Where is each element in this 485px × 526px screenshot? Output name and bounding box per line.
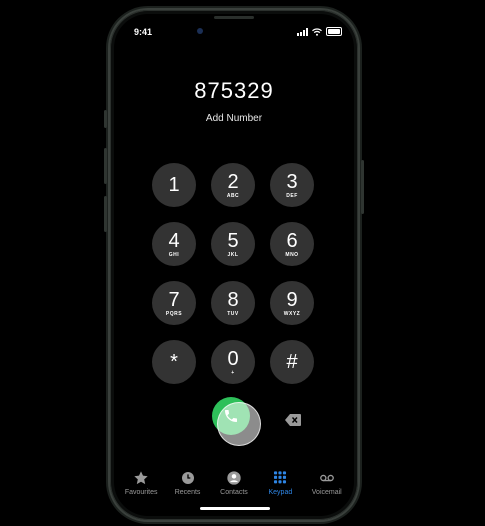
- key-digit: 7: [168, 288, 180, 311]
- tab-recents[interactable]: Recents: [165, 470, 211, 496]
- status-bar: 9:41: [114, 26, 354, 42]
- tab-label: Favourites: [124, 489, 158, 496]
- key-letters: ABC: [226, 192, 240, 199]
- status-time: 9:41: [134, 27, 153, 37]
- tab-label: Recents: [174, 489, 201, 496]
- keypad-icon: [274, 471, 287, 484]
- key-8[interactable]: 8 TUV: [211, 281, 255, 325]
- tab-contacts[interactable]: Contacts: [211, 470, 257, 496]
- key-7[interactable]: 7 PQRS: [152, 281, 196, 325]
- key-letters: GHI: [168, 251, 180, 258]
- key-digit: 0: [227, 347, 239, 370]
- key-letters: TUV: [227, 310, 239, 317]
- tab-keypad[interactable]: Keypad: [257, 470, 303, 496]
- touch-indicator: [217, 402, 261, 446]
- key-digit: 1: [168, 173, 180, 196]
- wifi-icon: [312, 27, 322, 36]
- key-1[interactable]: 1: [152, 163, 196, 207]
- backspace-icon: [285, 414, 301, 426]
- battery-icon: [326, 27, 342, 36]
- tab-label: Voicemail: [311, 489, 342, 496]
- key-hash[interactable]: #: [270, 340, 314, 384]
- key-digit: 8: [227, 288, 239, 311]
- dialed-number: 875329: [194, 78, 274, 103]
- tab-bar: Favourites Recents Contacts Keypad Voice…: [114, 470, 354, 496]
- key-digit: 4: [168, 229, 180, 252]
- speaker-grille: [214, 16, 254, 19]
- key-digit: 2: [227, 170, 239, 193]
- key-digit: 5: [227, 229, 239, 252]
- screen: 9:41 875329 Add Number 1 2 ABC 3 DEF 4 GHI: [114, 14, 354, 516]
- key-digit: 6: [286, 229, 298, 252]
- key-digit: #: [286, 350, 298, 373]
- tab-label: Keypad: [268, 489, 293, 496]
- power-button: [361, 160, 364, 214]
- backspace-button[interactable]: [285, 413, 301, 431]
- key-digit: *: [170, 350, 178, 373]
- phone-frame: 9:41 875329 Add Number 1 2 ABC 3 DEF 4 GHI: [104, 10, 364, 520]
- key-letters: DEF: [286, 192, 298, 199]
- clock-icon: [181, 472, 194, 484]
- mute-switch: [104, 110, 107, 128]
- key-letters: +: [231, 369, 235, 376]
- keypad: 1 2 ABC 3 DEF 4 GHI 5 JKL 6 MNO 7 PQRS 8 TUV 9W…: [152, 163, 318, 384]
- home-indicator: [200, 507, 270, 510]
- tab-label: Contacts: [220, 489, 248, 496]
- key-0[interactable]: 0 +: [211, 340, 255, 384]
- voicemail-icon: [319, 474, 334, 482]
- person-icon: [227, 471, 241, 485]
- key-letters: JKL: [227, 251, 239, 258]
- volume-down-button: [104, 196, 107, 232]
- status-icons: [297, 27, 342, 36]
- key-letters: MNO: [285, 251, 299, 258]
- cellular-signal-icon: [297, 27, 308, 36]
- key-digit: 3: [286, 170, 298, 193]
- key-digit: 9: [286, 288, 298, 311]
- front-camera: [197, 28, 203, 34]
- tab-voicemail[interactable]: Voicemail: [304, 470, 350, 496]
- star-icon: [134, 471, 148, 485]
- call-area: [212, 397, 262, 447]
- key-3[interactable]: 3 DEF: [270, 163, 314, 207]
- key-4[interactable]: 4 GHI: [152, 222, 196, 266]
- key-9[interactable]: 9 WXYZ: [270, 281, 314, 325]
- key-star[interactable]: *: [152, 340, 196, 384]
- tab-favourites[interactable]: Favourites: [118, 470, 164, 496]
- add-number-link[interactable]: Add Number: [114, 113, 354, 124]
- key-2[interactable]: 2 ABC: [211, 163, 255, 207]
- volume-up-button: [104, 148, 107, 184]
- key-letters: WXYZ: [283, 310, 301, 317]
- key-5[interactable]: 5 JKL: [211, 222, 255, 266]
- key-letters: PQRS: [165, 310, 183, 317]
- key-6[interactable]: 6 MNO: [270, 222, 314, 266]
